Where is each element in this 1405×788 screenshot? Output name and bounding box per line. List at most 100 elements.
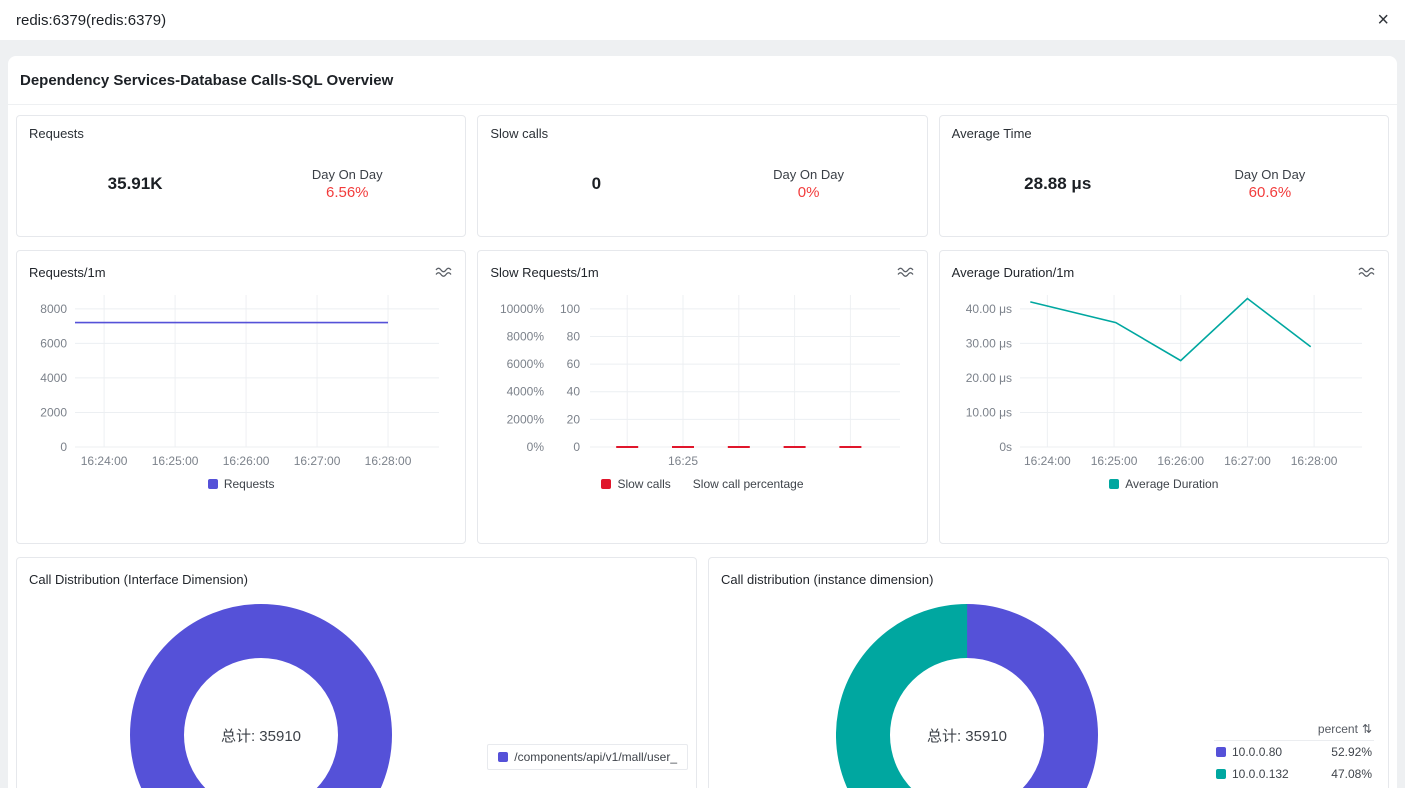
svg-text:16:26:00: 16:26:00 [223, 454, 270, 468]
svg-text:16:25:00: 16:25:00 [152, 454, 199, 468]
donut-total-label: 总计: 35910 [926, 727, 1008, 745]
svg-text:16:28:00: 16:28:00 [365, 454, 412, 468]
instance-percent: 47.08% [1331, 767, 1372, 781]
legend-label: Slow call percentage [692, 477, 804, 491]
percent-column-header[interactable]: percent ⇅ [1214, 718, 1374, 741]
legend-label: Requests [223, 477, 275, 491]
svg-text:16:25: 16:25 [668, 454, 698, 468]
svg-text:4000: 4000 [40, 371, 67, 385]
interface-donut-chart: 总计: 35910 [130, 604, 392, 788]
day-on-day-value: 60.6% [1248, 183, 1292, 201]
legend-marker [1216, 747, 1226, 757]
legend-item-slow-call-percentage[interactable]: Slow call percentage [693, 477, 804, 491]
legend-label: Slow calls [617, 477, 671, 491]
chart-legend: Average Duration [952, 471, 1376, 497]
legend-marker [498, 752, 509, 762]
stat-value: 28.88 μs [1024, 173, 1092, 193]
stat-card-slow-calls: Slow calls 0 Day On Day 0% [477, 115, 928, 237]
svg-text:16:26:00: 16:26:00 [1157, 454, 1204, 468]
instance-legend-table: percent ⇅ 10.0.0.80 52.92% 10.0.0.132 47… [1214, 718, 1374, 785]
legend-marker [1216, 769, 1226, 779]
svg-text:0: 0 [574, 440, 581, 454]
close-icon[interactable]: × [1377, 10, 1389, 30]
svg-text:16:24:00: 16:24:00 [81, 454, 128, 468]
instance-percent: 52.92% [1331, 745, 1372, 759]
percent-header-label: percent [1317, 722, 1358, 736]
svg-text:6000: 6000 [40, 336, 67, 350]
main-panel: Dependency Services-Database Calls-SQL O… [8, 56, 1397, 788]
svg-text:100: 100 [560, 302, 580, 316]
slow-requests-line-chart: 0% 0 2000% 20 4000% 40 6000% 60 8000% 80 10000% 100… [490, 283, 914, 471]
day-on-day-label: Day On Day [311, 166, 383, 182]
svg-text:2000%: 2000% [507, 412, 545, 426]
svg-text:16:27:00: 16:27:00 [1224, 454, 1271, 468]
legend-marker [1109, 479, 1120, 489]
svg-text:16:27:00: 16:27:00 [294, 454, 341, 468]
legend-item-average-duration[interactable]: Average Duration [1109, 477, 1218, 491]
instance-donut-chart: 总计: 35910 [836, 604, 1098, 788]
svg-text:40: 40 [567, 385, 581, 399]
instance-name: 10.0.0.80 [1232, 745, 1283, 759]
svg-text:0%: 0% [527, 440, 545, 454]
chart-title: Slow Requests/1m [490, 264, 599, 280]
svg-text:16:24:00: 16:24:00 [1024, 454, 1071, 468]
svg-text:8000: 8000 [40, 302, 67, 316]
donut-total-label: 总计: 35910 [220, 727, 302, 745]
svg-text:10000%: 10000% [500, 302, 544, 316]
svg-text:0: 0 [60, 440, 67, 454]
requests-line-chart: 0 2000 4000 6000 8000 16:24:00 16:25:00 16:26:0… [29, 283, 453, 471]
sort-icon: ⇅ [1361, 722, 1372, 736]
charts-row: Requests/1m 0 2000 4000 6000 8000 16:24:00 16:… [16, 250, 1389, 544]
page-title: Dependency Services-Database Calls-SQL O… [8, 56, 1397, 105]
legend-item-slow-calls[interactable]: Slow calls [601, 477, 671, 491]
stat-card-average-time: Average Time 28.88 μs Day On Day 60.6% [938, 115, 1389, 237]
day-on-day-value: 0% [797, 183, 820, 201]
chart-title: Average Duration/1m [951, 264, 1075, 280]
average-duration-line-chart: 0s 10.00 μs 20.00 μs 30.00 μs 40.00 μs 16:24:… [952, 283, 1376, 471]
stat-value: 0 [591, 173, 602, 193]
svg-text:0s: 0s [999, 440, 1012, 454]
stat-label: Requests [29, 126, 84, 141]
donut-card-instance-dimension: Call distribution (instance dimension) 总… [708, 557, 1389, 788]
svg-text:10.00 μs: 10.00 μs [965, 405, 1011, 419]
svg-text:16:25:00: 16:25:00 [1090, 454, 1137, 468]
trend-icon[interactable] [435, 266, 453, 278]
svg-text:20.00 μs: 20.00 μs [965, 371, 1011, 385]
trend-icon[interactable] [1358, 266, 1376, 278]
trend-icon[interactable] [897, 266, 915, 278]
legend-row-10-0-0-132[interactable]: 10.0.0.132 47.08% [1214, 763, 1374, 785]
svg-text:80: 80 [567, 329, 581, 343]
svg-text:20: 20 [567, 412, 581, 426]
window-title: redis:6379(redis:6379) [16, 11, 167, 29]
chart-title: Call Distribution (Interface Dimension) [29, 571, 248, 587]
svg-text:60: 60 [567, 357, 581, 371]
svg-text:30.00 μs: 30.00 μs [965, 336, 1011, 350]
stat-value: 35.91K [107, 173, 163, 193]
instance-name: 10.0.0.132 [1232, 767, 1289, 781]
svg-text:8000%: 8000% [507, 329, 545, 343]
chart-card-average-duration-1m: Average Duration/1m 0s 10.00 μs 20.00 μs 30… [938, 250, 1389, 544]
chart-card-slow-requests-1m: Slow Requests/1m 0% 0 2000% 20 4000% 40 6000% 6… [477, 250, 928, 544]
stat-card-requests: Requests 35.91K Day On Day 6.56% [16, 115, 467, 237]
svg-text:16:28:00: 16:28:00 [1290, 454, 1337, 468]
donut-card-interface-dimension: Call Distribution (Interface Dimension) … [16, 557, 697, 788]
stat-label: Slow calls [490, 126, 549, 141]
legend-marker [601, 479, 612, 489]
legend-label: /components/api/v1/mall/user_ [514, 750, 677, 764]
window-titlebar: redis:6379(redis:6379) × [0, 0, 1405, 40]
chart-legend: Slow calls Slow call percentage [490, 471, 914, 497]
day-on-day-label: Day On Day [773, 166, 844, 182]
legend-marker [207, 479, 218, 489]
legend-item-requests[interactable]: Requests [207, 477, 275, 491]
svg-text:6000%: 6000% [507, 357, 545, 371]
chart-legend: Requests [29, 471, 453, 497]
legend-item-interface[interactable]: /components/api/v1/mall/user_ [487, 744, 688, 770]
dashboard-content: Requests 35.91K Day On Day 6.56% Slow ca… [8, 105, 1397, 788]
chart-title: Call distribution (instance dimension) [721, 571, 934, 587]
chart-card-requests-1m: Requests/1m 0 2000 4000 6000 8000 16:24:00 16:… [16, 250, 467, 544]
day-on-day-label: Day On Day [1234, 166, 1306, 182]
day-on-day-value: 6.56% [325, 183, 369, 201]
donuts-row: Call Distribution (Interface Dimension) … [16, 557, 1389, 788]
chart-title: Requests/1m [29, 264, 106, 280]
legend-row-10-0-0-80[interactable]: 10.0.0.80 52.92% [1214, 741, 1374, 763]
